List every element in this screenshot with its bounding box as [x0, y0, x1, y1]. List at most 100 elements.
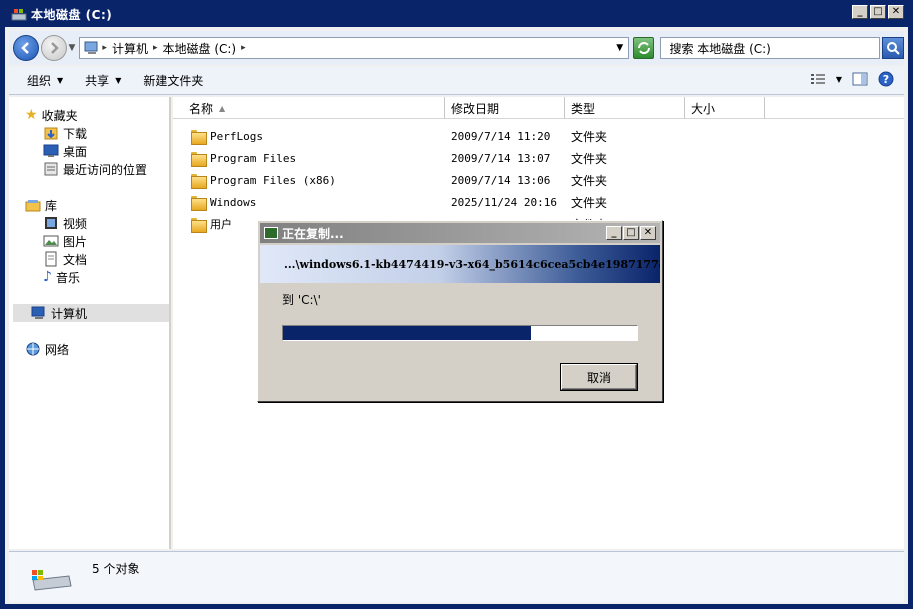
nav-desktop[interactable]: 桌面	[43, 142, 87, 160]
drive-icon	[32, 570, 72, 591]
nav-pictures[interactable]: 图片	[43, 232, 87, 250]
file-name: Program Files	[210, 151, 297, 165]
nav-network[interactable]: 网络	[25, 340, 69, 358]
file-type: 文件夹	[571, 129, 608, 144]
column-type[interactable]: 类型	[565, 97, 685, 119]
dialog-minimize-button[interactable]: _	[606, 226, 622, 240]
address-dropdown-icon[interactable]: ▼	[612, 43, 628, 53]
command-bar: 组织 ▼ 共享 ▼ 新建文件夹 ▼ ?	[9, 67, 904, 95]
view-options-icon[interactable]	[810, 72, 826, 86]
nav-downloads[interactable]: 下载	[43, 124, 87, 142]
nav-favorites[interactable]: ★ 收藏夹	[25, 106, 78, 124]
dialog-maximize-button[interactable]: □	[623, 226, 639, 240]
network-icon	[26, 342, 40, 356]
folder-icon	[191, 151, 207, 167]
file-type: 文件夹	[571, 195, 608, 210]
nav-videos[interactable]: 视频	[43, 214, 87, 232]
cancel-button[interactable]: 取消	[561, 364, 637, 390]
breadcrumb-computer[interactable]: 计算机	[112, 40, 148, 57]
refresh-button[interactable]	[632, 37, 655, 59]
close-button[interactable]: ✕	[888, 5, 904, 19]
breadcrumb-separator-icon[interactable]: ▸	[102, 43, 107, 53]
file-type: 文件夹	[571, 151, 608, 166]
download-folder-icon	[44, 127, 58, 140]
dialog-controls: _ □ ✕	[606, 226, 656, 240]
share-button[interactable]: 共享 ▼	[81, 69, 125, 92]
file-name: 用户	[210, 218, 232, 231]
item-count: 5 个对象	[92, 562, 140, 576]
new-folder-label: 新建文件夹	[143, 74, 204, 88]
computer-icon	[31, 306, 45, 319]
file-name: PerfLogs	[210, 129, 263, 143]
nav-videos-label: 视频	[63, 216, 88, 231]
share-label: 共享	[85, 74, 110, 88]
file-name: Windows	[210, 195, 257, 209]
table-row[interactable]: Program Files (x86) 2009/7/14 13:06 文件夹	[173, 169, 904, 191]
copy-progress-bar	[282, 325, 638, 341]
breadcrumb-drive[interactable]: 本地磁盘 (C:)	[163, 40, 237, 57]
navigation-pane: ★ 收藏夹 下载 桌面 最近访问的位置 库 视频 图片 文档 ♪ 音乐 计算机 …	[9, 97, 171, 549]
copy-dialog: 正在复制... _ □ ✕ ...\windows6.1-kb4474419-v…	[257, 220, 663, 402]
computer-icon	[84, 41, 98, 54]
nav-downloads-label: 下载	[63, 126, 88, 141]
nav-documents[interactable]: 文档	[43, 250, 87, 268]
minimize-button[interactable]: _	[852, 5, 868, 19]
copy-dialog-title-bar[interactable]: 正在复制... _ □ ✕	[260, 223, 660, 243]
column-modified[interactable]: 修改日期	[445, 97, 565, 119]
svg-text:?: ?	[883, 73, 889, 86]
status-bar: 5 个对象	[9, 551, 904, 602]
window-title: 本地磁盘 (C:)	[31, 7, 113, 22]
document-icon	[45, 251, 57, 267]
sort-up-icon: ▲	[219, 103, 226, 113]
arrow-right-icon	[50, 42, 59, 54]
folder-icon	[191, 195, 207, 211]
title-bar[interactable]: 本地磁盘 (C:) _ □ ✕	[1, 1, 912, 27]
column-header-row: 名称 ▲ 修改日期 类型 大小	[173, 97, 904, 119]
new-folder-button[interactable]: 新建文件夹	[139, 69, 207, 92]
nav-desktop-label: 桌面	[63, 144, 88, 159]
organize-label: 组织	[27, 74, 52, 88]
organize-button[interactable]: 组织 ▼	[23, 69, 67, 92]
column-type-label: 类型	[571, 101, 596, 116]
nav-music[interactable]: ♪ 音乐	[43, 268, 80, 286]
table-row[interactable]: Program Files 2009/7/14 13:07 文件夹	[173, 147, 904, 169]
folder-icon	[191, 217, 207, 233]
picture-icon	[43, 235, 59, 247]
dialog-close-button[interactable]: ✕	[640, 226, 656, 240]
file-date: 2009/7/14 13:06	[451, 173, 551, 187]
column-size[interactable]: 大小	[685, 97, 765, 119]
recent-places-icon	[44, 162, 58, 176]
help-icon[interactable]: ?	[878, 71, 894, 87]
table-row[interactable]: PerfLogs 2009/7/14 11:20 文件夹	[173, 125, 904, 147]
table-row[interactable]: Windows 2025/11/24 20:16 文件夹	[173, 191, 904, 213]
refresh-icon	[637, 42, 650, 54]
maximize-button[interactable]: □	[870, 5, 886, 19]
forward-button[interactable]	[40, 35, 67, 61]
column-name[interactable]: 名称 ▲	[173, 97, 445, 119]
history-dropdown-icon[interactable]: ▼	[69, 43, 76, 53]
column-name-label: 名称	[189, 101, 214, 116]
nav-network-label: 网络	[45, 342, 70, 357]
drive-icon	[11, 9, 27, 21]
nav-libraries[interactable]: 库	[25, 196, 57, 214]
view-dropdown-icon[interactable]: ▼	[836, 75, 842, 84]
copy-progress-fill	[283, 326, 531, 340]
nav-computer[interactable]: 计算机	[13, 304, 169, 322]
file-date: 2025/11/24 20:16	[451, 195, 557, 209]
search-icon	[887, 42, 900, 55]
back-button[interactable]	[13, 35, 39, 61]
address-bar[interactable]: ▸ 计算机 ▸ 本地磁盘 (C:) ▸ ▼	[79, 37, 629, 59]
nav-recent-label: 最近访问的位置	[63, 162, 148, 177]
file-type: 文件夹	[571, 173, 608, 188]
breadcrumb-separator-icon[interactable]: ▸	[153, 43, 158, 53]
arrow-left-icon	[21, 42, 29, 54]
nav-pictures-label: 图片	[63, 234, 88, 249]
video-icon	[45, 217, 57, 229]
search-input[interactable]: 搜索 本地磁盘 (C:)	[660, 37, 881, 59]
nav-music-label: 音乐	[55, 270, 80, 285]
nav-recent[interactable]: 最近访问的位置	[43, 160, 147, 178]
search-button[interactable]	[882, 37, 905, 59]
desktop-icon	[43, 144, 59, 157]
breadcrumb-separator-icon[interactable]: ▸	[241, 43, 246, 53]
preview-pane-icon[interactable]	[852, 72, 868, 86]
